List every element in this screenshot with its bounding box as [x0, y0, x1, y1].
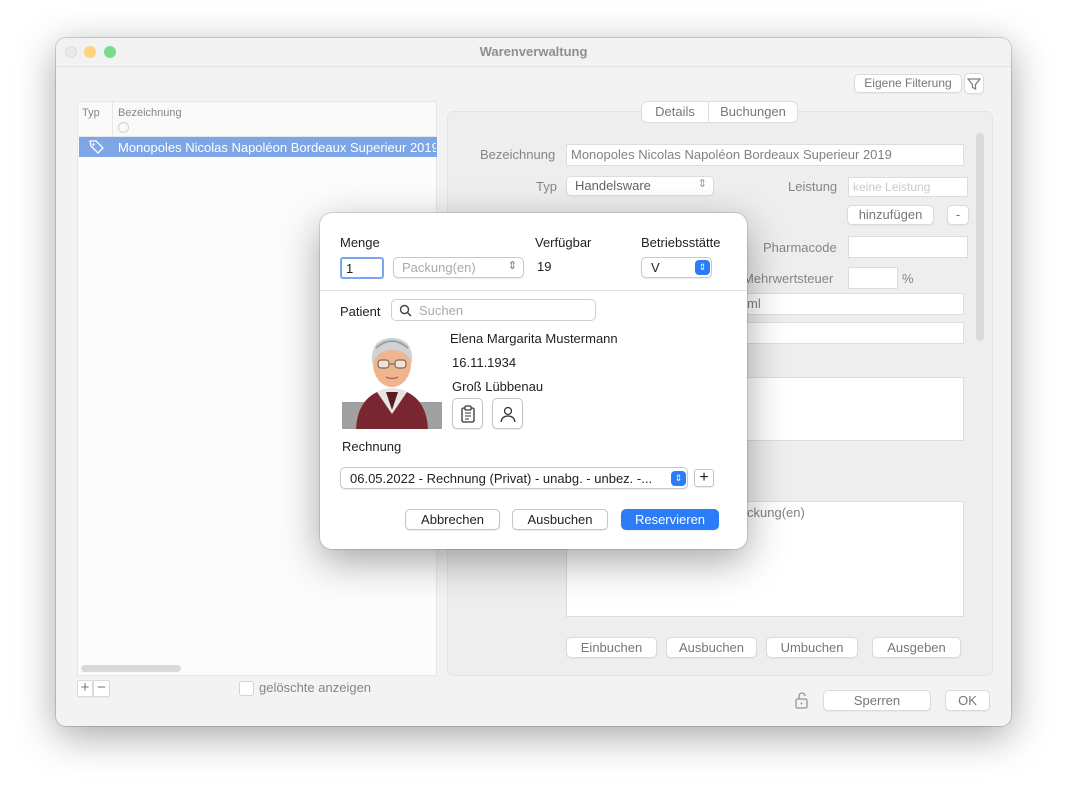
patient-record-button[interactable]	[452, 398, 483, 429]
updown-chevron-icon: ⇕	[507, 260, 517, 272]
rechnung-select[interactable]: 06.05.2022 - Rechnung (Privat) - unabg. …	[340, 467, 688, 489]
patient-avatar-icon	[356, 338, 428, 429]
updown-chevron-icon: ⇕	[695, 260, 710, 275]
verfuegbar-label: Verfügbar	[535, 235, 592, 250]
book-out-button[interactable]: Ausbuchen	[512, 509, 608, 530]
betriebsstaette-label: Betriebsstätte	[641, 235, 721, 250]
unit-select[interactable]: Packung(en) ⇕	[393, 257, 524, 278]
rechnung-value: 06.05.2022 - Rechnung (Privat) - unabg. …	[350, 471, 653, 486]
patient-profile-button[interactable]	[492, 398, 523, 429]
add-invoice-button[interactable]: +	[694, 469, 714, 487]
reserve-button[interactable]: Reservieren	[621, 509, 719, 530]
clipboard-icon	[460, 405, 475, 423]
avatar	[342, 330, 442, 429]
cancel-button[interactable]: Abbrechen	[405, 509, 500, 530]
booking-dialog: Menge 1 Packung(en) ⇕ Verfügbar 19 Betri…	[320, 213, 747, 549]
patient-name: Elena Margarita Mustermann	[450, 331, 618, 346]
updown-chevron-icon: ⇕	[671, 471, 686, 486]
betriebsstaette-value: V	[651, 260, 660, 275]
verfuegbar-value: 19	[537, 259, 552, 274]
search-placeholder: Suchen	[419, 303, 464, 318]
menge-input[interactable]: 1	[340, 257, 384, 279]
divider	[320, 290, 747, 291]
patient-city: Groß Lübbenau	[452, 379, 544, 394]
patient-search-input[interactable]: Suchen	[391, 299, 596, 321]
unit-value: Packung(en)	[402, 260, 476, 275]
person-icon	[499, 406, 516, 423]
menge-label: Menge	[340, 235, 380, 250]
rechnung-label: Rechnung	[342, 439, 402, 454]
patient-label: Patient	[340, 304, 381, 319]
betriebsstaette-select[interactable]: V ⇕	[641, 257, 712, 278]
search-icon	[399, 304, 412, 317]
patient-birthdate: 16.11.1934	[452, 355, 517, 370]
